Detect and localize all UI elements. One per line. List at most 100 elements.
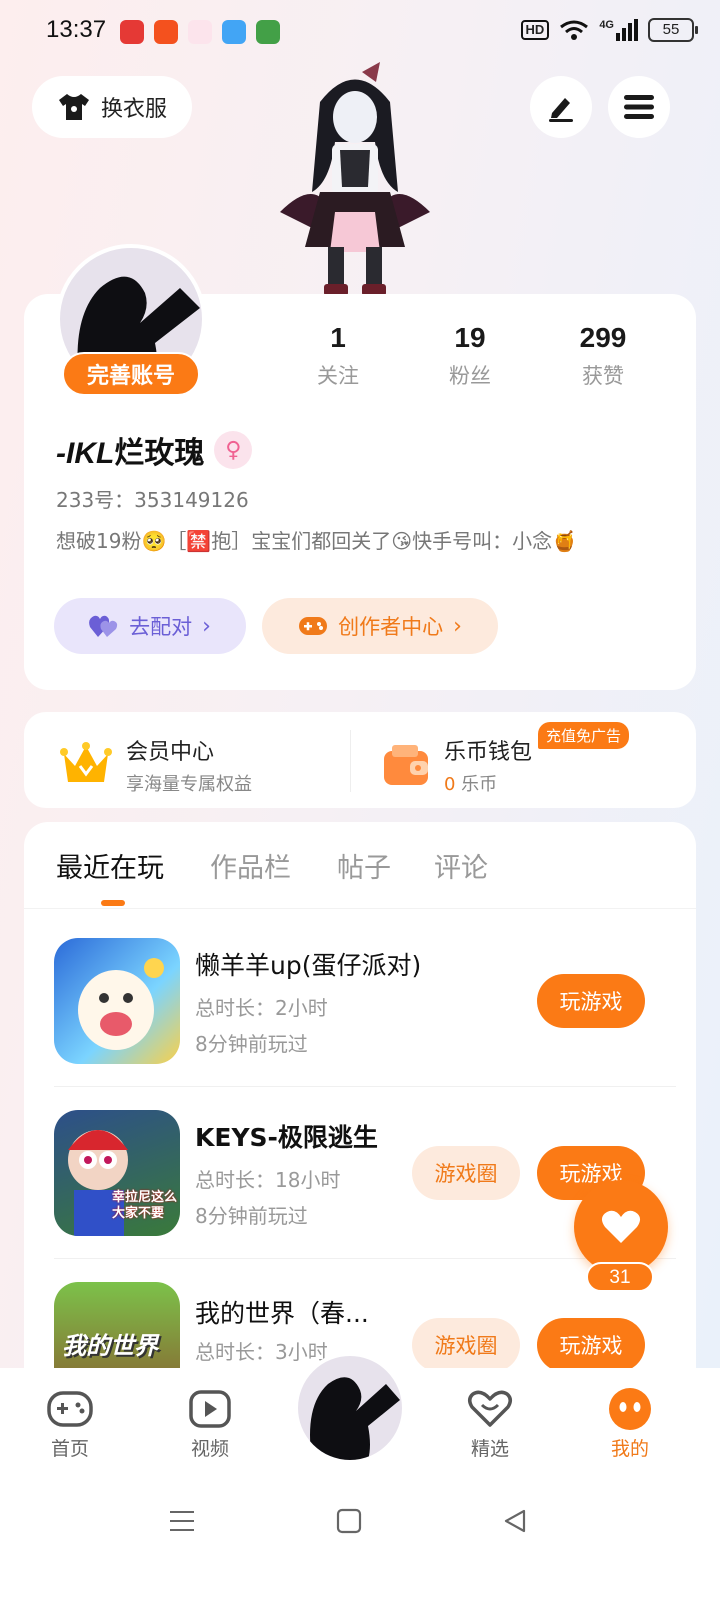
status-time: 13:37 <box>46 16 107 43</box>
female-gender-icon: ♀ <box>214 431 253 469</box>
game-circle-button[interactable]: 游戏圈 <box>412 1318 520 1368</box>
game-duration: 总时长：2小时 <box>195 996 328 1020</box>
username-suffix: 烂玫瑰 <box>114 436 205 471</box>
following-label: 关注 <box>317 364 359 388</box>
menu-button[interactable] <box>608 76 670 138</box>
likes-label: 获赞 <box>582 364 624 388</box>
tab-posts[interactable]: 帖子 <box>337 846 391 885</box>
tab-active-indicator <box>101 900 125 906</box>
game-last-played: 8分钟前玩过 <box>195 1204 308 1228</box>
username: -IKL烂玫瑰 ♀ <box>56 428 253 472</box>
gamepad-icon <box>299 617 328 635</box>
game-icon-caption: 我的世界 <box>62 1332 158 1360</box>
play-game-button[interactable]: 玩游戏 <box>537 974 645 1028</box>
vip-divider <box>350 730 351 792</box>
heart-outline-icon <box>468 1390 512 1427</box>
wallet-title: 乐币钱包 <box>444 740 533 765</box>
stat-likes[interactable]: 299 获赞 <box>543 322 663 390</box>
video-app-icon <box>120 20 144 44</box>
chevron-right-icon: › <box>202 613 211 639</box>
nav-featured[interactable]: 精选 <box>440 1388 540 1461</box>
recharge-no-ads-badge: 充值免广告 <box>538 722 630 749</box>
pen-icon <box>549 98 573 122</box>
wallet-amount: 0 <box>444 774 456 795</box>
followers-label: 粉丝 <box>449 364 491 388</box>
nav-video[interactable]: 视频 <box>160 1388 260 1461</box>
video-play-icon <box>189 1390 231 1428</box>
game-list-item[interactable]: 懒羊羊up(蛋仔派对) 总时长：2小时 8分钟前玩过 玩游戏 <box>54 938 676 1064</box>
back-triangle-icon[interactable] <box>502 1508 528 1534</box>
game-icon-eggy-party[interactable] <box>54 938 180 1064</box>
hamburger-icon <box>624 95 654 119</box>
nav-home[interactable]: 首页 <box>20 1388 120 1461</box>
shop-app-icon <box>154 20 178 44</box>
recent-apps-icon[interactable] <box>168 1508 196 1534</box>
shirt-icon <box>58 94 89 120</box>
home-square-icon[interactable] <box>336 1508 362 1534</box>
stat-following[interactable]: 1 关注 <box>278 322 398 390</box>
like-count-badge: 31 <box>586 1262 654 1292</box>
avatar-character-figure[interactable] <box>280 62 430 297</box>
user-bio: 想破19粉🥺［🈲抱］宝宝们都回关了😘快手号叫：小念🍯 <box>56 529 578 553</box>
wallet-icon <box>384 745 428 785</box>
edit-profile-button[interactable] <box>530 76 592 138</box>
nav-mine-label: 我的 <box>610 1438 649 1460</box>
game-icon-caption: 幸拉尼这么 大家不要 <box>112 1190 178 1221</box>
signal-icon: 4G <box>599 19 638 41</box>
following-count: 1 <box>330 322 346 353</box>
avatar-silhouette-icon <box>310 1377 400 1460</box>
stat-followers[interactable]: 19 粉丝 <box>410 322 530 390</box>
game-title: 我的世界（春... <box>195 1299 369 1328</box>
hd-icon: HD <box>520 20 550 40</box>
me-face-icon <box>609 1388 651 1430</box>
status-indicators: HD 4G 55 <box>520 18 698 42</box>
status-bar: 13:37 HD 4G 55 <box>0 0 720 64</box>
change-outfit-label: 换衣服 <box>100 97 167 122</box>
game-icon-keys[interactable]: 幸拉尼这么 大家不要 <box>54 1110 180 1236</box>
tab-works[interactable]: 作品栏 <box>210 846 291 885</box>
game-circle-button[interactable]: 游戏圈 <box>412 1146 520 1200</box>
play-game-button[interactable]: 玩游戏 <box>537 1318 645 1368</box>
chevron-right-icon: › <box>453 613 462 639</box>
tab-recently-played[interactable]: 最近在玩 <box>56 846 164 885</box>
wifi-icon <box>560 20 589 40</box>
member-center-subtitle: 享海量专属权益 <box>126 774 252 795</box>
wallet-unit: 乐币 <box>455 774 498 795</box>
crown-icon <box>60 742 112 782</box>
nav-featured-label: 精选 <box>470 1438 509 1460</box>
nav-video-label: 视频 <box>190 1438 229 1460</box>
creator-center-label: 创作者中心 <box>338 615 444 639</box>
tabs-divider <box>24 908 696 909</box>
followers-count: 19 <box>454 322 486 353</box>
tab-comments[interactable]: 评论 <box>434 846 488 885</box>
game-title: 懒羊羊up(蛋仔派对) <box>195 951 422 980</box>
game-duration: 总时长：18小时 <box>195 1168 341 1192</box>
floating-like-button[interactable] <box>574 1180 668 1274</box>
game-duration: 总时长：3小时 <box>195 1340 328 1364</box>
complete-account-badge[interactable]: 完善账号 <box>62 352 200 396</box>
go-match-label: 去配对 <box>129 615 193 639</box>
row-divider <box>54 1258 676 1259</box>
nav-mine[interactable]: 我的 <box>580 1388 680 1461</box>
wallet-entry[interactable]: 乐币钱包 0 乐币 <box>382 734 532 796</box>
user-id[interactable]: 233号：353149126 <box>56 484 249 513</box>
browser-app-icon <box>222 20 246 44</box>
egg-character-icon <box>78 958 164 1050</box>
double-heart-icon <box>89 615 118 637</box>
game-icon-minecraft[interactable]: 我的世界 <box>54 1282 180 1368</box>
creator-center-button[interactable]: 创作者中心 › <box>262 598 498 654</box>
go-match-button[interactable]: 去配对 › <box>54 598 246 654</box>
gamepad-icon <box>47 1391 93 1427</box>
game-last-played: 8分钟前玩过 <box>195 1032 308 1056</box>
game-title: KEYS-极限逃生 <box>195 1123 378 1152</box>
member-center-entry[interactable]: 会员中心 享海量专属权益 <box>60 734 252 796</box>
nav-home-label: 首页 <box>50 1438 89 1460</box>
username-prefix: -IKL <box>56 437 115 470</box>
member-center-title: 会员中心 <box>126 740 215 765</box>
likes-count: 299 <box>579 322 627 353</box>
nav-avatar-center[interactable] <box>294 1352 406 1464</box>
store-app-icon <box>256 20 280 44</box>
battery-icon: 55 <box>648 18 698 42</box>
change-outfit-button[interactable]: 换衣服 <box>32 76 192 138</box>
row-divider <box>54 1086 676 1087</box>
